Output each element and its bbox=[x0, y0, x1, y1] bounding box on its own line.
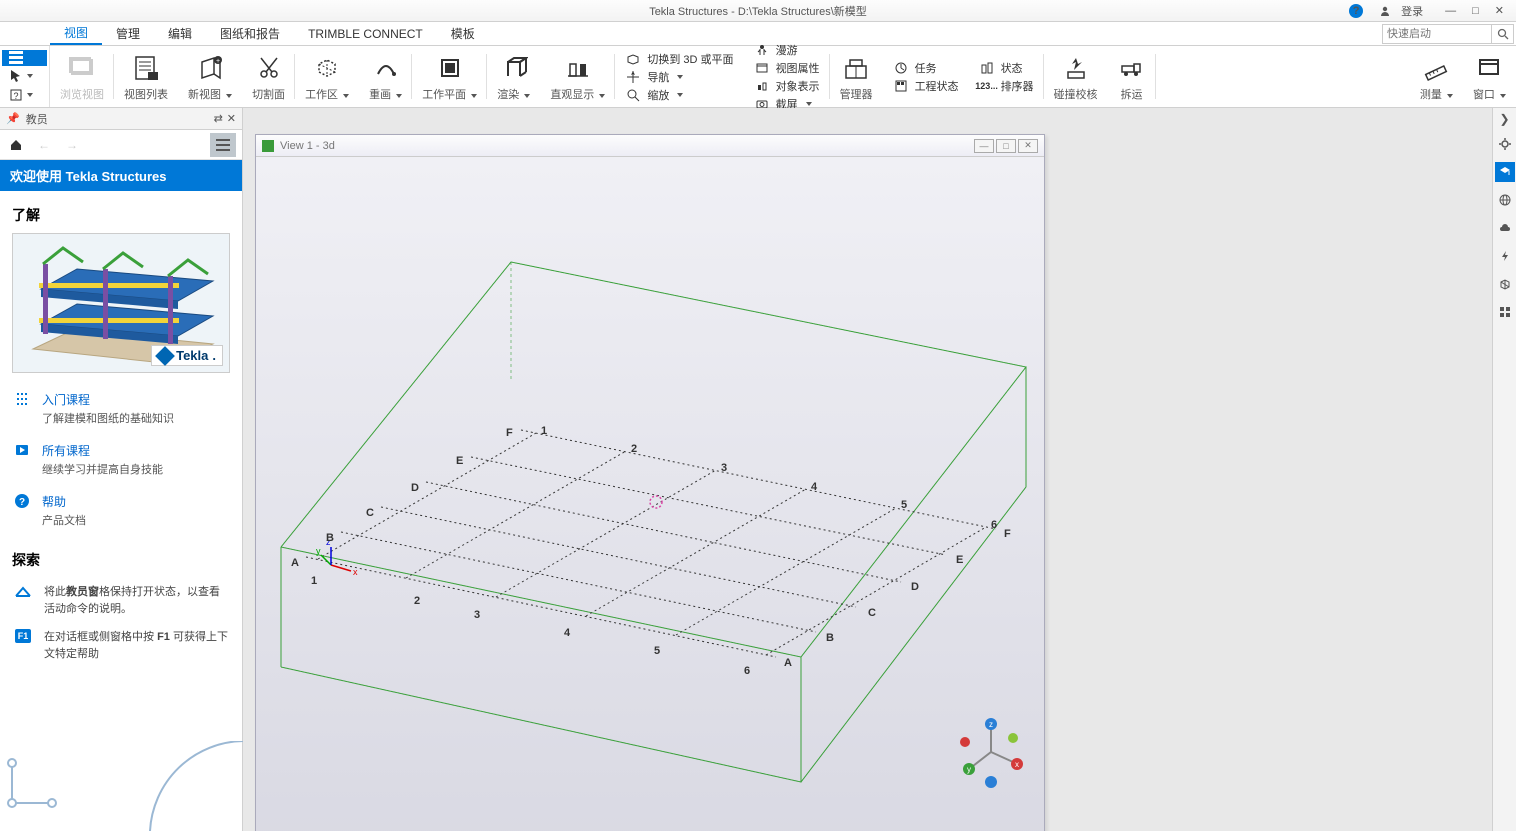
viewport-3d[interactable]: x y z bbox=[256, 157, 1044, 831]
view-title-bar[interactable]: View 1 - 3d — □ ✕ bbox=[256, 135, 1044, 157]
pointer-tool[interactable] bbox=[2, 68, 47, 84]
view-minimize-icon[interactable]: — bbox=[974, 139, 994, 153]
file-menu-button[interactable] bbox=[2, 50, 47, 66]
ribbon-clip-plane[interactable]: 切割面 bbox=[242, 46, 295, 107]
sidebar-options-icon[interactable]: ⇄ bbox=[214, 112, 223, 125]
rightbar-cube-icon[interactable] bbox=[1495, 274, 1515, 294]
app-title: Tekla Structures - D:\Tekla Structures\新… bbox=[649, 3, 867, 19]
close-button[interactable]: ✕ bbox=[1489, 2, 1510, 19]
menu-tab-view[interactable]: 视图 bbox=[50, 22, 102, 45]
menu-tab-manage[interactable]: 管理 bbox=[102, 22, 154, 45]
nav-menu-icon[interactable] bbox=[210, 133, 236, 157]
f1-icon: F1 bbox=[12, 629, 34, 662]
ribbon-switch-3d[interactable]: 切换到 3D 或平面 bbox=[625, 51, 733, 67]
svg-text:x: x bbox=[353, 567, 358, 577]
ribbon-view-list[interactable]: 视图列表 bbox=[114, 46, 178, 107]
tekla-logo: Tekla. bbox=[151, 345, 223, 366]
help-tool[interactable]: ? bbox=[2, 87, 47, 103]
explore-heading: 探索 bbox=[12, 550, 230, 570]
workspace: View 1 - 3d — □ ✕ bbox=[243, 108, 1492, 831]
courses-icon bbox=[12, 442, 32, 477]
ribbon: ? 浏览视图 视图列表 + 新视图 切割面 工作区 重画 工作平面 渲染 直观显… bbox=[0, 46, 1516, 108]
menu-tab-template[interactable]: 模板 bbox=[437, 22, 489, 45]
ribbon-manager[interactable]: 管理器 bbox=[830, 46, 883, 107]
ribbon-tasks[interactable]: 任务 bbox=[893, 60, 959, 76]
minimize-button[interactable]: — bbox=[1439, 3, 1462, 19]
quick-launch-input[interactable] bbox=[1382, 24, 1492, 44]
ribbon-obj-rep[interactable]: 对象表示 bbox=[754, 78, 820, 94]
ribbon-roam[interactable]: 漫游 bbox=[754, 42, 820, 58]
ribbon-navigate[interactable]: 导航 bbox=[625, 69, 733, 85]
sidebar: 📌 教员 ⇄ ✕ ← → 欢迎使用 Tekla Structures 了解 bbox=[0, 108, 243, 831]
ribbon-transport[interactable]: 拆运 bbox=[1108, 46, 1156, 107]
link-intro-course[interactable]: 入门课程了解建模和图纸的基础知识 bbox=[12, 383, 230, 434]
view-title: View 1 - 3d bbox=[280, 140, 335, 152]
svg-text:y: y bbox=[316, 546, 321, 556]
ribbon-measure[interactable]: 测量 bbox=[1410, 46, 1463, 107]
ribbon-render[interactable]: 渲染 bbox=[487, 46, 540, 107]
search-button[interactable] bbox=[1492, 24, 1514, 44]
svg-text:z: z bbox=[326, 537, 331, 547]
tip-f1: F1 在对话框或侧窗格中按 F1 可获得上下文特定帮助 bbox=[12, 623, 230, 668]
ribbon-proj-status[interactable]: 工程状态 bbox=[893, 78, 959, 94]
right-sidebar: ❯ bbox=[1492, 108, 1516, 831]
menu-tab-edit[interactable]: 编辑 bbox=[154, 22, 206, 45]
learn-heading: 了解 bbox=[12, 205, 230, 225]
title-bar: Tekla Structures - D:\Tekla Structures\新… bbox=[0, 0, 1516, 22]
view-window: View 1 - 3d — □ ✕ bbox=[255, 134, 1045, 831]
menu-tab-trimble[interactable]: TRIMBLE CONNECT bbox=[294, 22, 437, 45]
sidebar-header: 📌 教员 ⇄ ✕ bbox=[0, 108, 242, 130]
link-help[interactable]: ? 帮助产品文档 bbox=[12, 485, 230, 536]
svg-text:?: ? bbox=[13, 91, 18, 101]
svg-text:+: + bbox=[216, 58, 220, 65]
ribbon-browse-view[interactable]: 浏览视图 bbox=[50, 46, 114, 107]
ribbon-redraw[interactable]: 重画 bbox=[359, 46, 412, 107]
welcome-banner: 欢迎使用 Tekla Structures bbox=[0, 160, 242, 191]
svg-text:z: z bbox=[989, 720, 993, 729]
svg-text:x: x bbox=[1015, 760, 1019, 769]
svg-text:?: ? bbox=[19, 497, 25, 508]
menu-tab-drawings[interactable]: 图纸和报告 bbox=[206, 22, 294, 45]
sidebar-title: 教员 bbox=[26, 111, 48, 127]
pin-icon[interactable]: 📌 bbox=[6, 112, 20, 125]
svg-text:y: y bbox=[967, 765, 971, 774]
link-all-courses[interactable]: 所有课程继续学习并提高自身技能 bbox=[12, 434, 230, 485]
help-icon[interactable]: ? bbox=[1343, 2, 1369, 20]
ribbon-sequencer[interactable]: 123...排序器 bbox=[979, 78, 1034, 94]
ribbon-status[interactable]: 状态 bbox=[979, 60, 1034, 76]
ribbon-representation[interactable]: 直观显示 bbox=[540, 46, 615, 107]
login-button[interactable]: 登录 bbox=[1373, 0, 1435, 23]
rightbar-gear-icon[interactable] bbox=[1495, 134, 1515, 154]
sidebar-close-icon[interactable]: ✕ bbox=[227, 112, 236, 125]
rightbar-bolt-icon[interactable] bbox=[1495, 246, 1515, 266]
expand-icon[interactable]: ❯ bbox=[1495, 112, 1515, 126]
nav-forward-icon[interactable]: → bbox=[62, 135, 82, 155]
tutorial-thumbnail[interactable]: Tekla. bbox=[12, 233, 230, 373]
ribbon-window[interactable]: 窗口 bbox=[1463, 46, 1516, 107]
window-icon bbox=[12, 584, 34, 617]
ribbon-work-area[interactable]: 工作区 bbox=[295, 46, 359, 107]
help-link-icon: ? bbox=[12, 493, 32, 528]
ribbon-view-props[interactable]: 视图属性 bbox=[754, 60, 820, 76]
rightbar-globe-icon[interactable] bbox=[1495, 190, 1515, 210]
nav-home-icon[interactable] bbox=[6, 135, 26, 155]
view-icon bbox=[262, 140, 274, 152]
rightbar-components-icon[interactable] bbox=[1495, 302, 1515, 322]
ribbon-collision[interactable]: 碰撞校核 bbox=[1044, 46, 1108, 107]
rightbar-cloud-icon[interactable] bbox=[1495, 218, 1515, 238]
maximize-button[interactable]: □ bbox=[1466, 3, 1485, 19]
intro-icon bbox=[12, 391, 32, 426]
ribbon-work-plane[interactable]: 工作平面 bbox=[412, 46, 487, 107]
view-maximize-icon[interactable]: □ bbox=[996, 139, 1016, 153]
tip-keep-open: 将此教员窗格保持打开状态，以查看活动命令的说明。 bbox=[12, 578, 230, 623]
ribbon-zoom[interactable]: 缩放 bbox=[625, 87, 733, 103]
nav-back-icon[interactable]: ← bbox=[34, 135, 54, 155]
view-close-icon[interactable]: ✕ bbox=[1018, 139, 1038, 153]
rightbar-tutor-icon[interactable] bbox=[1495, 162, 1515, 182]
ribbon-new-view[interactable]: + 新视图 bbox=[178, 46, 242, 107]
